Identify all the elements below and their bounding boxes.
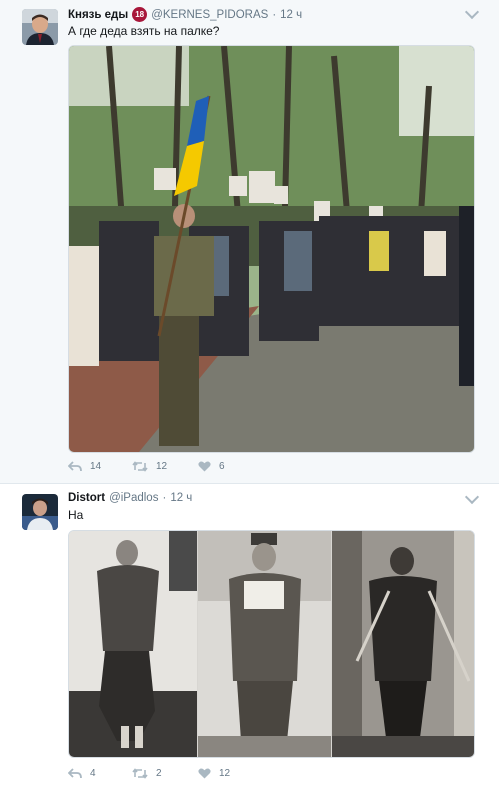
like-count: 12 bbox=[219, 768, 231, 779]
retweet-count: 12 bbox=[156, 461, 168, 472]
display-name[interactable]: Distort bbox=[68, 492, 105, 504]
like-button[interactable]: 12 bbox=[198, 768, 230, 779]
avatar[interactable] bbox=[22, 9, 58, 45]
separator-dot: · bbox=[162, 492, 167, 504]
age-badge: 18 bbox=[132, 7, 148, 22]
reply-icon bbox=[68, 461, 82, 472]
like-count: 6 bbox=[219, 461, 225, 472]
tweet-header: Distort @iPadlos · 12 ч bbox=[68, 492, 192, 504]
tweet-text: А где деда взять на палке? bbox=[68, 24, 220, 38]
like-icon bbox=[198, 461, 211, 472]
reply-button[interactable]: 4 bbox=[68, 768, 132, 779]
tweet[interactable]: Князь еды 18 @KERNES_PIDORAS · 12 ч А гд… bbox=[0, 0, 499, 483]
separator-dot: · bbox=[272, 8, 277, 21]
retweet-icon bbox=[132, 768, 148, 779]
parade-photo bbox=[69, 46, 474, 452]
reply-button[interactable]: 14 bbox=[68, 461, 132, 472]
tweet-header: Князь еды 18 @KERNES_PIDORAS · 12 ч bbox=[68, 7, 302, 22]
display-name[interactable]: Князь еды bbox=[68, 9, 128, 21]
tweet-text: На bbox=[68, 508, 84, 522]
username[interactable]: @KERNES_PIDORAS bbox=[151, 9, 268, 21]
retweet-count: 2 bbox=[156, 768, 162, 779]
reply-icon bbox=[68, 768, 82, 779]
username[interactable]: @iPadlos bbox=[109, 492, 158, 504]
tweet-actions: 4 2 12 bbox=[68, 768, 230, 779]
timestamp[interactable]: 12 ч bbox=[280, 9, 302, 21]
retweet-icon bbox=[132, 461, 148, 472]
avatar[interactable] bbox=[22, 494, 58, 530]
historical-photo-collage bbox=[69, 531, 474, 757]
timestamp[interactable]: 12 ч bbox=[170, 492, 192, 504]
retweet-button[interactable]: 12 bbox=[132, 461, 198, 472]
like-icon bbox=[198, 768, 211, 779]
like-button[interactable]: 6 bbox=[198, 461, 225, 472]
tweet-photo[interactable] bbox=[68, 45, 475, 453]
reply-count: 14 bbox=[90, 461, 102, 472]
tweet[interactable]: Distort @iPadlos · 12 ч На 4 2 12 bbox=[0, 484, 499, 793]
reply-count: 4 bbox=[90, 768, 96, 779]
retweet-button[interactable]: 2 bbox=[132, 768, 198, 779]
tweet-actions: 14 12 6 bbox=[68, 461, 225, 472]
chevron-down-icon[interactable] bbox=[464, 489, 480, 505]
chevron-down-icon[interactable] bbox=[464, 4, 480, 20]
tweet-photo[interactable] bbox=[68, 530, 475, 758]
